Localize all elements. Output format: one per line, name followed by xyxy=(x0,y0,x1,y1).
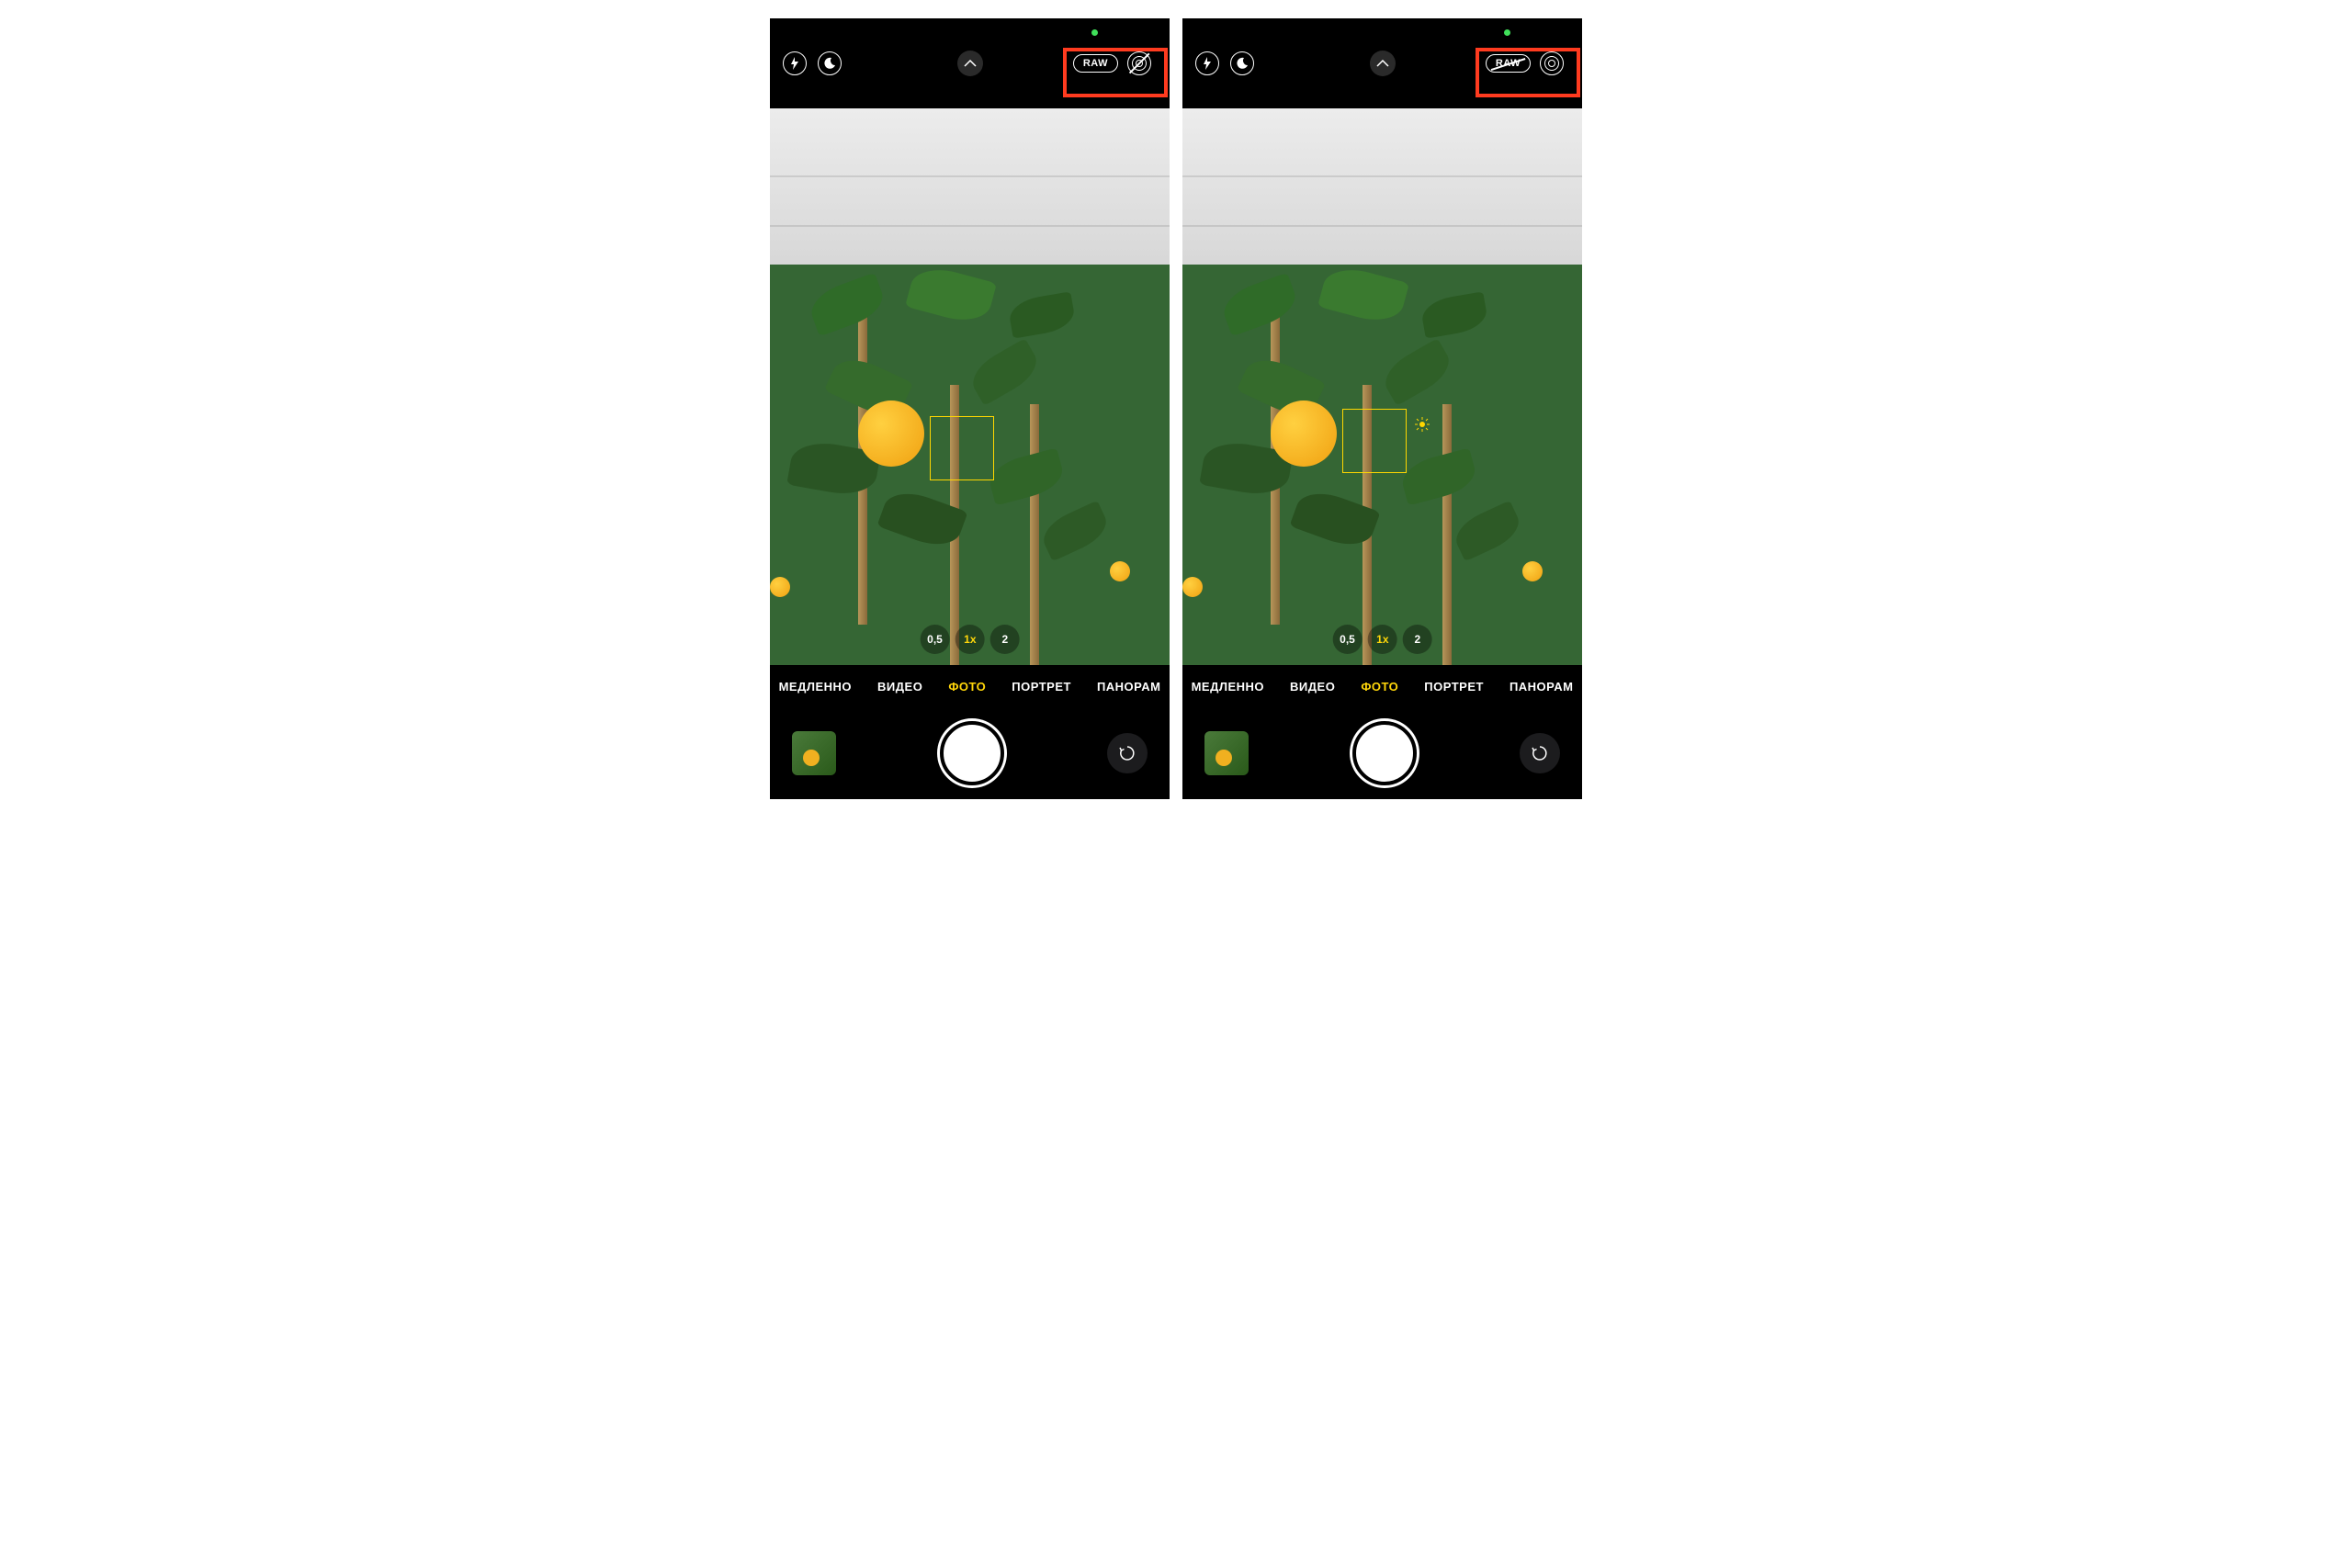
mode-pano[interactable]: ПАНОРАМ xyxy=(1097,680,1160,694)
mode-selector: МЕДЛЕННО ВИДЕО ФОТО ПОРТРЕТ ПАНОРАМ xyxy=(1182,665,1582,707)
exposure-sun-icon[interactable] xyxy=(1414,416,1430,433)
camera-flip-button[interactable] xyxy=(1520,733,1560,773)
raw-toggle-button[interactable]: RAW xyxy=(1486,54,1531,73)
zoom-main-button[interactable]: 1x xyxy=(956,625,985,654)
mode-slow[interactable]: МЕДЛЕННО xyxy=(779,680,852,694)
camera-viewfinder[interactable]: 0,5 1x 2 xyxy=(1182,108,1582,665)
zoom-wide-button[interactable]: 0,5 xyxy=(920,625,950,654)
last-photo-thumbnail[interactable] xyxy=(792,731,836,775)
mode-portrait[interactable]: ПОРТРЕТ xyxy=(1012,680,1071,694)
flash-icon[interactable] xyxy=(1195,51,1219,75)
shutter-button[interactable] xyxy=(1352,721,1417,785)
mode-photo[interactable]: ФОТО xyxy=(948,680,986,694)
live-photo-icon[interactable] xyxy=(1127,51,1151,75)
mode-selector: МЕДЛЕННО ВИДЕО ФОТО ПОРТРЕТ ПАНОРАМ xyxy=(770,665,1170,707)
mode-pano[interactable]: ПАНОРАМ xyxy=(1510,680,1573,694)
focus-indicator xyxy=(1342,409,1407,473)
live-photo-icon[interactable] xyxy=(1540,51,1564,75)
focus-indicator xyxy=(930,416,994,480)
camera-viewfinder[interactable]: 0,5 1x 2 xyxy=(770,108,1170,665)
shutter-button[interactable] xyxy=(940,721,1004,785)
mode-video[interactable]: ВИДЕО xyxy=(1290,680,1335,694)
mode-slow[interactable]: МЕДЛЕННО xyxy=(1192,680,1264,694)
zoom-selector: 0,5 1x 2 xyxy=(920,625,1020,654)
chevron-up-icon[interactable] xyxy=(1370,51,1396,76)
raw-toggle-button[interactable]: RAW xyxy=(1073,54,1118,73)
bottom-controls xyxy=(1182,707,1582,799)
camera-flip-button[interactable] xyxy=(1107,733,1148,773)
night-mode-icon[interactable] xyxy=(1230,51,1254,75)
camera-indicator-dot xyxy=(1504,29,1510,36)
phone-screenshot-left: RAW xyxy=(770,18,1170,799)
mode-video[interactable]: ВИДЕО xyxy=(877,680,922,694)
top-bar: RAW xyxy=(1182,18,1582,108)
chevron-up-icon[interactable] xyxy=(957,51,983,76)
zoom-tele-button[interactable]: 2 xyxy=(1403,625,1432,654)
zoom-wide-button[interactable]: 0,5 xyxy=(1332,625,1363,654)
zoom-main-button[interactable]: 1x xyxy=(1368,625,1397,654)
bottom-controls xyxy=(770,707,1170,799)
mode-photo[interactable]: ФОТО xyxy=(1361,680,1398,694)
camera-indicator-dot xyxy=(1091,29,1098,36)
last-photo-thumbnail[interactable] xyxy=(1204,731,1249,775)
zoom-selector: 0,5 1x 2 xyxy=(1332,625,1432,654)
zoom-tele-button[interactable]: 2 xyxy=(990,625,1020,654)
top-bar: RAW xyxy=(770,18,1170,108)
mode-portrait[interactable]: ПОРТРЕТ xyxy=(1424,680,1484,694)
night-mode-icon[interactable] xyxy=(818,51,842,75)
flash-icon[interactable] xyxy=(783,51,807,75)
phone-screenshot-right: RAW xyxy=(1182,18,1582,799)
